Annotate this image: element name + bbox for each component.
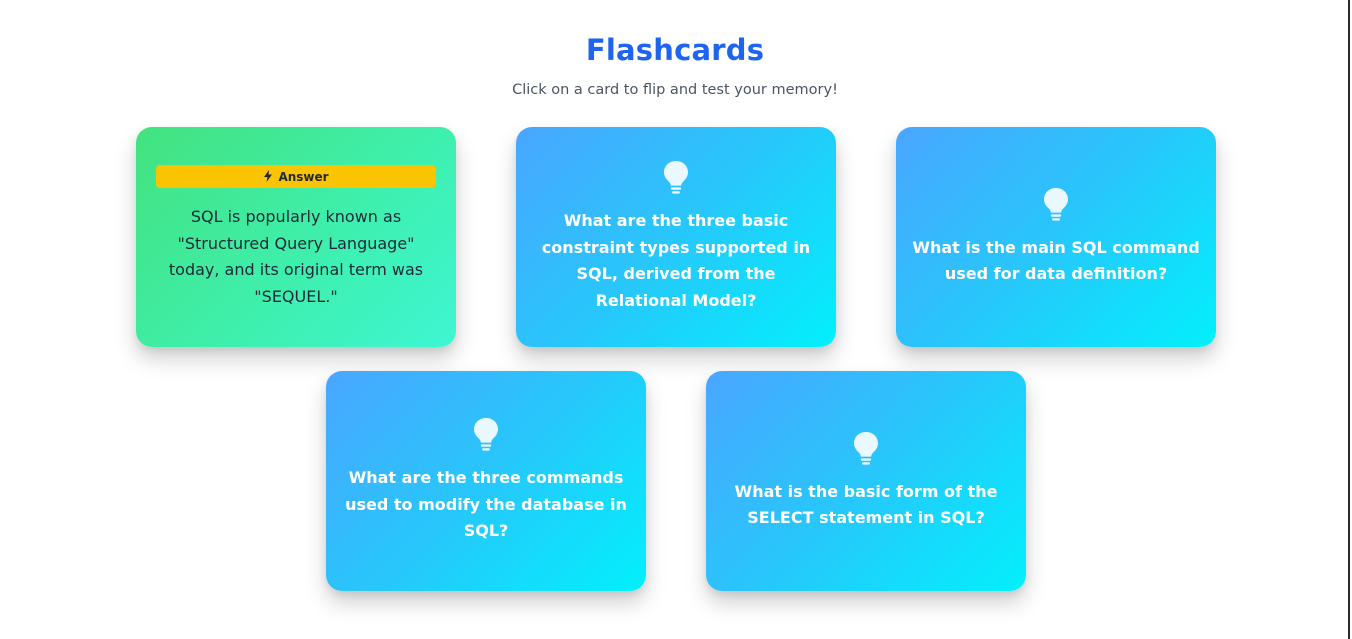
answer-badge: Answer [156,165,436,188]
question-text: What is the basic form of the SELECT sta… [734,481,998,528]
lightbulb-icon [852,431,880,479]
answer-text: SQL is popularly known as "Structured Qu… [168,207,424,306]
flashcard-4[interactable]: What are the three commands used to modi… [326,371,646,591]
flashcards-page: Flashcards Click on a card to flip and t… [0,0,1350,639]
answer-badge-label: Answer [278,169,329,184]
lightbulb-icon [1042,187,1070,235]
page-title: Flashcards [585,33,765,67]
flashcard-3[interactable]: What is the main SQL command used for da… [896,127,1216,347]
question-text: What are the three basic constraint type… [541,211,811,310]
lightbulb-icon [472,417,500,465]
page-subtitle: Click on a card to flip and test your me… [512,82,838,98]
flashcard-2[interactable]: What are the three basic constraint type… [516,127,836,347]
lightbulb-icon [662,160,690,208]
question-text: What are the three commands used to modi… [345,468,627,541]
lightning-icon [263,167,273,186]
flashcard-1[interactable]: Answer SQL is popularly known as "Struct… [136,127,456,347]
flashcard-5[interactable]: What is the basic form of the SELECT sta… [706,371,1026,591]
question-text: What is the main SQL command used for da… [912,237,1200,284]
